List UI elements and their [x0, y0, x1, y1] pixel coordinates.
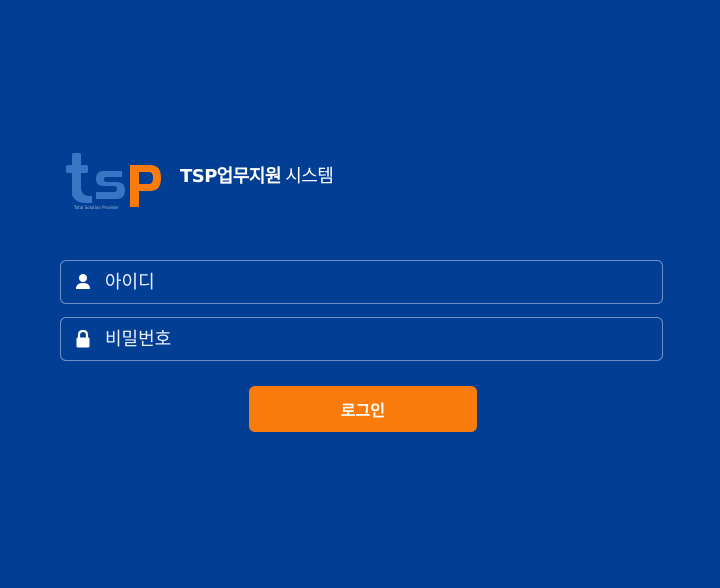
login-button[interactable]: 로그인	[249, 386, 477, 432]
tsp-logo: Total Solution Provider	[64, 151, 164, 211]
system-title: TSP업무지원 시스템	[180, 162, 334, 188]
system-title-strong: TSP업무지원	[180, 166, 282, 187]
user-icon	[75, 272, 91, 292]
username-input[interactable]	[105, 261, 645, 303]
logo-subtext: Total Solution Provider	[73, 205, 119, 210]
lock-icon	[75, 329, 91, 349]
password-input[interactable]	[105, 318, 645, 360]
username-field[interactable]	[60, 260, 663, 304]
system-title-light: 시스템	[285, 166, 334, 187]
login-page: Total Solution Provider TSP업무지원시스템 로그인	[0, 0, 720, 588]
brand-header: Total Solution Provider TSP업무지원 시스템	[64, 150, 334, 212]
password-field[interactable]	[60, 317, 663, 361]
